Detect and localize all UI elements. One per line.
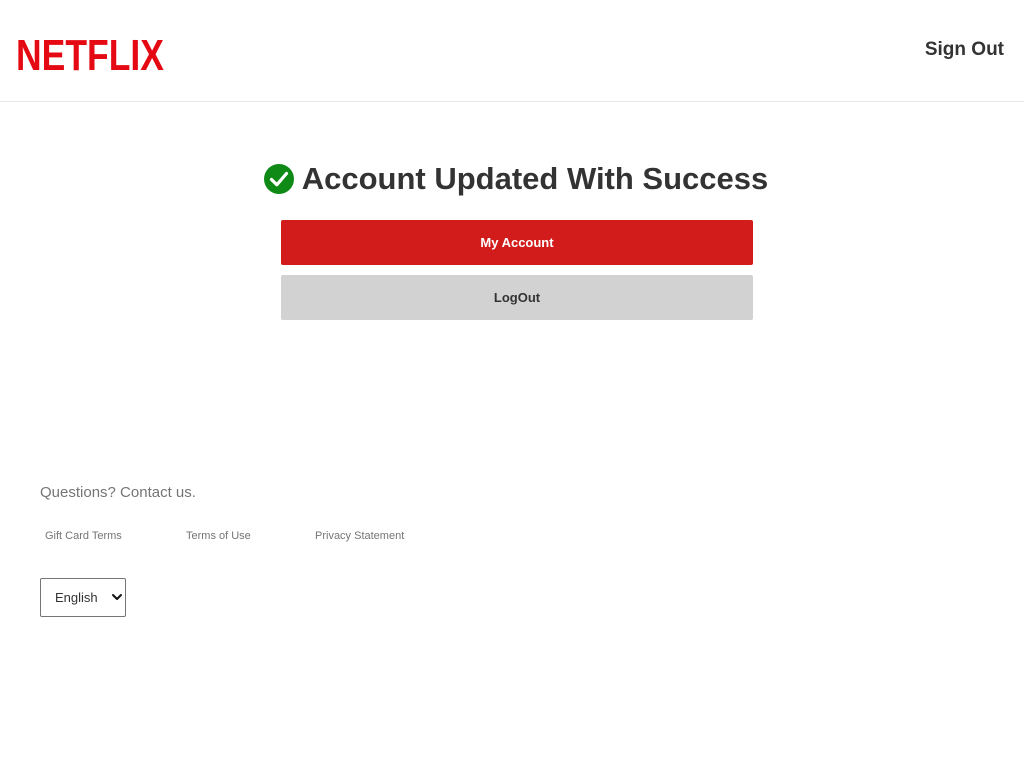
language-select-value: English [55,590,98,605]
chevron-down-icon [112,594,122,600]
sign-out-link[interactable]: Sign Out [925,39,1004,61]
logo-text: NETFLIX [16,32,164,74]
page-title: Account Updated With Success [301,161,769,196]
netflix-logo[interactable]: NETFLIX [16,32,164,74]
terms-of-use-link[interactable]: Terms of Use [186,530,251,542]
contact-us-link[interactable]: Questions? Contact us. [40,484,196,501]
privacy-statement-link[interactable]: Privacy Statement [315,530,404,542]
my-account-button[interactable]: My Account [281,220,753,265]
language-select[interactable]: English [40,578,126,617]
title-row: Account Updated With Success [0,160,1024,198]
header: NETFLIX Sign Out [0,0,1024,102]
check-circle-icon [263,164,294,194]
gift-card-terms-link[interactable]: Gift Card Terms [45,530,122,542]
page: NETFLIX Sign Out Account Updated With Su… [0,0,1024,768]
logout-button[interactable]: LogOut [281,275,753,320]
